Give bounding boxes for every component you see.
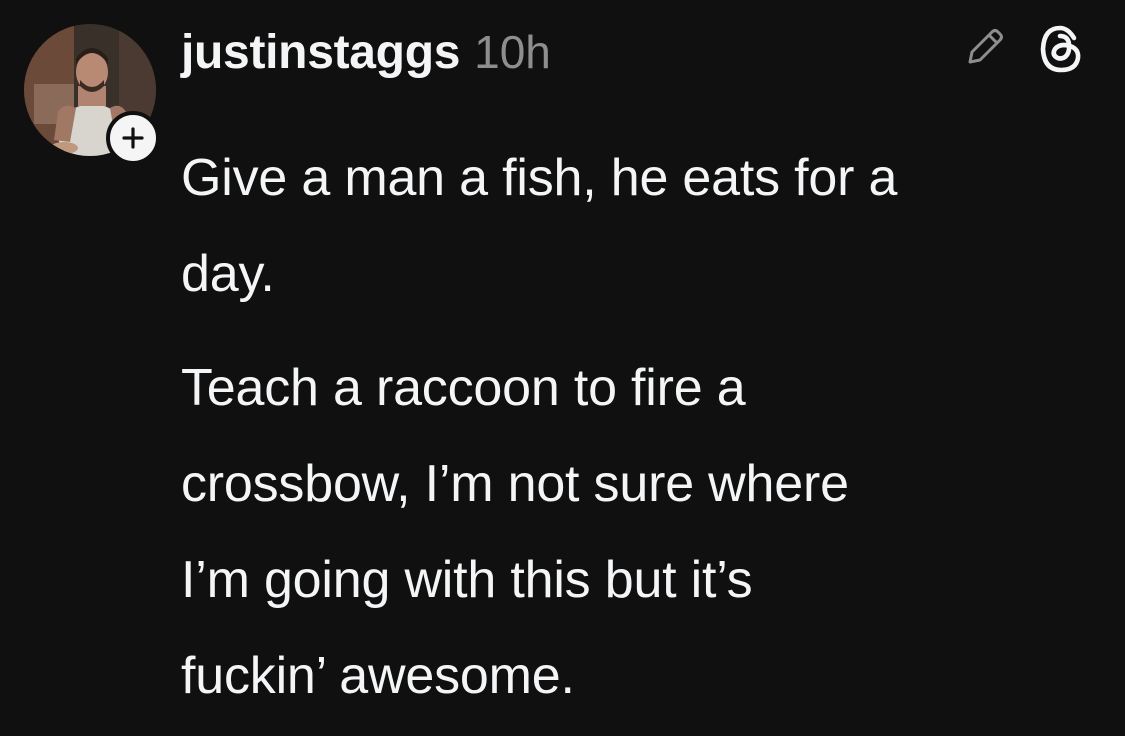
threads-app-button[interactable]	[1034, 22, 1088, 76]
follow-button[interactable]	[106, 111, 160, 165]
post-text: Give a man a fish, he eats for a day. Te…	[181, 130, 1101, 724]
post-paragraph: Teach a raccoon to fire a crossbow, I’m …	[181, 359, 849, 705]
edit-button[interactable]	[962, 24, 1008, 70]
post-paragraph: Give a man a fish, he eats for a day.	[181, 149, 898, 303]
username-link[interactable]: justinstaggs	[181, 25, 460, 80]
plus-icon	[122, 127, 144, 149]
threads-post-screen: justinstaggs 10h Give a man a fish, he e…	[0, 0, 1125, 736]
pencil-icon	[968, 29, 1003, 64]
threads-logo-icon	[1040, 25, 1081, 73]
post-header: justinstaggs 10h	[181, 25, 551, 95]
post-timestamp: 10h	[474, 26, 551, 78]
